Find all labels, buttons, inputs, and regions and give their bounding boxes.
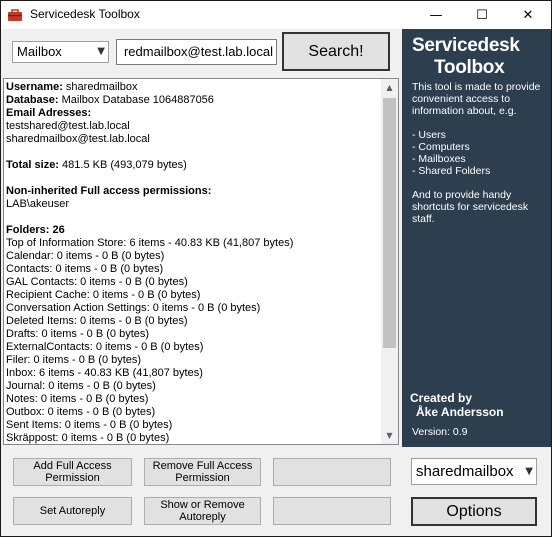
folder-line: Contacts: 0 items - 0 B (0 bytes)	[6, 263, 164, 275]
set-autoreply-button[interactable]: Set Autoreply	[13, 497, 132, 525]
created-by-label: Created by	[410, 391, 473, 405]
version-label: Version: 0.9	[412, 426, 468, 438]
options-button[interactable]: Options	[411, 497, 537, 526]
remove-full-access-button[interactable]: Remove Full Access Permission	[144, 458, 261, 486]
permissions-value: LAB\akeuser	[6, 198, 69, 210]
info-side-panel: Servicedesk Toolbox This tool is made to…	[402, 29, 551, 447]
folder-line: GAL Contacts: 0 items - 0 B (0 bytes)	[6, 276, 188, 288]
folder-line: Deleted Items: 0 items - 0 B (0 bytes)	[6, 315, 188, 327]
folder-line: Outbox: 0 items - 0 B (0 bytes)	[6, 406, 156, 418]
show-remove-autoreply-button[interactable]: Show or Remove Autoreply	[144, 497, 261, 525]
folder-line: Sent Items: 0 items - 0 B (0 bytes)	[6, 419, 173, 431]
results-scrollbar[interactable]: ▲ ▼	[381, 79, 398, 444]
close-icon[interactable]: ✕	[505, 1, 551, 29]
side-panel-description: This tool is made to provide convenient …	[412, 81, 548, 225]
title-bar[interactable]: Servicedesk Toolbox — ☐ ✕	[1, 1, 551, 29]
blank-action-button[interactable]	[273, 497, 391, 525]
side-title-line2: Toolbox	[434, 57, 505, 78]
side-intro: This tool is made to provide convenient …	[412, 81, 541, 117]
results-panel[interactable]: Username: sharedmailbox Database: Mailbo…	[3, 78, 399, 445]
chevron-down-icon: ▼	[523, 459, 533, 484]
mailbox-select-value: sharedmailbox	[416, 463, 514, 480]
search-button[interactable]: Search!	[282, 32, 390, 71]
size-label: Total size:	[6, 159, 59, 171]
created-by: Created by Åke Andersson	[410, 391, 504, 419]
folder-line: Top of Information Store: 6 items - 40.8…	[6, 237, 294, 249]
folder-line: Recipient Cache: 0 items - 0 B (0 bytes)	[6, 289, 201, 301]
author-name: Åke Andersson	[416, 405, 504, 419]
app-toolbox-icon	[8, 9, 22, 21]
database-label: Database:	[6, 94, 59, 106]
side-item: - Users	[412, 129, 446, 141]
folder-line: Notes: 0 items - 0 B (0 bytes)	[6, 393, 149, 405]
blank-action-button[interactable]	[273, 458, 391, 486]
folder-line: Conversation Action Settings: 0 items - …	[6, 302, 261, 314]
email-address: testshared@test.lab.local	[6, 120, 130, 132]
folder-line: Filer: 0 items - 0 B (0 bytes)	[6, 354, 142, 366]
folder-line: Inbox: 6 items - 40.83 KB (41,807 bytes)	[6, 367, 203, 379]
folder-line: Journal: 0 items - 0 B (0 bytes)	[6, 380, 156, 392]
database-value: Mailbox Database 1064887056	[61, 94, 214, 106]
scroll-thumb[interactable]	[383, 98, 396, 348]
permissions-label: Non-inherited Full access permissions:	[6, 185, 212, 197]
side-outro: And to provide handy shortcuts for servi…	[412, 189, 529, 225]
search-type-value: Mailbox	[17, 44, 62, 59]
search-input[interactable]: redmailbox@test.lab.local	[116, 39, 277, 65]
size-value: 481.5 KB (493,079 bytes)	[62, 159, 187, 171]
maximize-icon[interactable]: ☐	[459, 1, 505, 29]
scroll-up-icon[interactable]: ▲	[381, 79, 398, 96]
scroll-down-icon[interactable]: ▼	[381, 427, 398, 444]
results-text: Username: sharedmailbox Database: Mailbo…	[6, 81, 382, 444]
email-label: Email Adresses:	[6, 107, 92, 119]
folder-line: ExternalContacts: 0 items - 0 B (0 bytes…	[6, 341, 204, 353]
side-item: - Mailboxes	[412, 153, 466, 165]
folders-label: Folders: 26	[6, 224, 65, 236]
minimize-icon[interactable]: —	[413, 1, 459, 29]
username-label: Username:	[6, 81, 63, 93]
folder-line: Skräppost: 0 items - 0 B (0 bytes)	[6, 432, 170, 444]
chevron-down-icon: ▼	[97, 46, 105, 57]
folder-line: Calendar: 0 items - 0 B (0 bytes)	[6, 250, 165, 262]
search-type-select[interactable]: Mailbox ▼	[12, 41, 109, 63]
email-address: sharedmailbox@test.lab.local	[6, 133, 150, 145]
side-panel-title: Servicedesk Toolbox	[412, 35, 520, 79]
username-value: sharedmailbox	[65, 81, 138, 93]
side-item: - Shared Folders	[412, 165, 491, 177]
app-window: Servicedesk Toolbox — ☐ ✕ Mailbox ▼ redm…	[0, 0, 552, 537]
folder-line: Drafts: 0 items - 0 B (0 bytes)	[6, 328, 150, 340]
side-item: - Computers	[412, 141, 470, 153]
side-title-line1: Servicedesk	[412, 35, 520, 56]
mailbox-select[interactable]: sharedmailbox ▼	[411, 458, 537, 485]
add-full-access-button[interactable]: Add Full Access Permission	[13, 458, 132, 486]
window-title: Servicedesk Toolbox	[30, 7, 140, 21]
